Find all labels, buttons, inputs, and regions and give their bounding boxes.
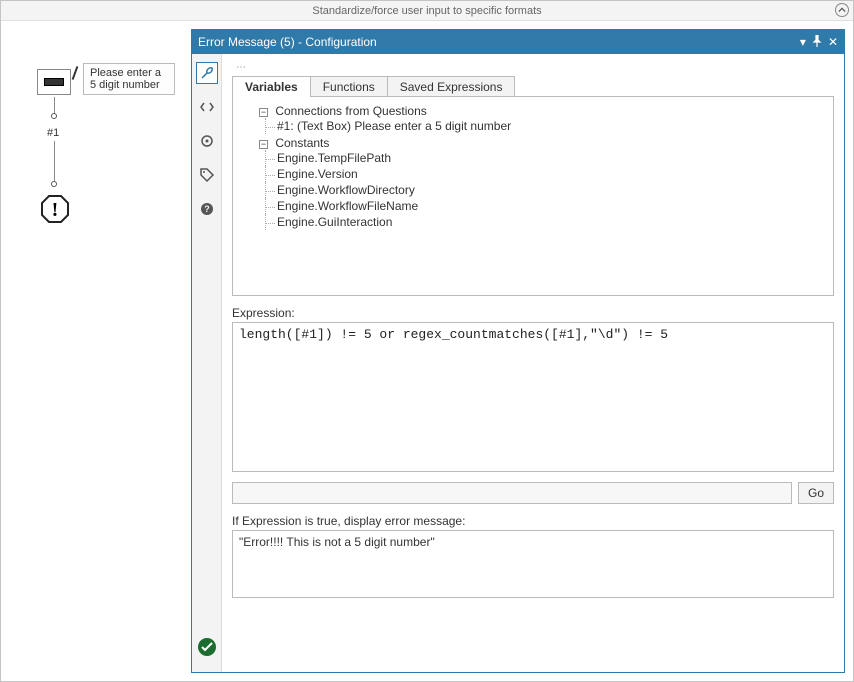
connector-anchor[interactable] <box>51 181 57 187</box>
pin-icon[interactable] <box>812 35 822 50</box>
collapse-toggle-icon[interactable]: − <box>259 108 268 117</box>
window-header: Standardize/force user input to specific… <box>1 1 853 21</box>
window-title: Standardize/force user input to specific… <box>312 5 541 17</box>
tab-functions[interactable]: Functions <box>310 76 388 97</box>
tree-item-constant[interactable]: Engine.GuiInteraction <box>277 215 392 229</box>
target-icon[interactable] <box>196 130 218 152</box>
close-icon[interactable]: ✕ <box>828 35 838 49</box>
validate-icon[interactable] <box>198 638 216 656</box>
connector-anchor[interactable] <box>51 113 57 119</box>
connector-line <box>54 141 55 181</box>
tree-item-connection[interactable]: #1: (Text Box) Please enter a 5 digit nu… <box>277 119 511 133</box>
svg-text:!: ! <box>52 199 59 221</box>
tree-item-constant[interactable]: Engine.Version <box>277 167 358 181</box>
panel-title: Error Message (5) - Configuration <box>198 35 377 49</box>
go-button[interactable]: Go <box>798 482 834 504</box>
error-message-input[interactable]: "Error!!!! This is not a 5 digit number" <box>232 530 834 598</box>
expression-label: Expression: <box>232 306 834 320</box>
textbox-tool-node[interactable] <box>37 69 71 95</box>
svg-text:?: ? <box>204 204 210 214</box>
help-icon[interactable]: ? <box>196 198 218 220</box>
tree-group-connections[interactable]: Connections from Questions <box>275 104 426 118</box>
panel-titlebar: Error Message (5) - Configuration ▾ ✕ <box>192 30 844 54</box>
tag-icon[interactable] <box>196 164 218 186</box>
config-main-area: ⋯ Variables Functions Saved Expressions … <box>222 54 844 672</box>
tab-saved-expressions[interactable]: Saved Expressions <box>387 76 516 97</box>
tree-item-constant[interactable]: Engine.TempFilePath <box>277 151 391 165</box>
grip-icon[interactable]: ⋯ <box>232 62 834 73</box>
error-message-tool-node[interactable]: ! <box>39 193 71 230</box>
mode-sidebar: ? <box>192 54 222 672</box>
configuration-panel: Error Message (5) - Configuration ▾ ✕ <box>191 29 845 673</box>
expression-input[interactable]: length([#1]) != 5 or regex_countmatches(… <box>232 322 834 472</box>
test-value-input[interactable] <box>232 482 792 504</box>
workflow-canvas[interactable]: Please enter a 5 digit number #1 ! <box>1 21 191 681</box>
connector-line <box>54 97 55 113</box>
tree-item-constant[interactable]: Engine.WorkflowDirectory <box>277 183 415 197</box>
expression-tabs: Variables Functions Saved Expressions <box>232 75 834 96</box>
tab-variables[interactable]: Variables <box>232 76 311 97</box>
tree-group-constants[interactable]: Constants <box>275 136 329 150</box>
collapse-icon[interactable] <box>835 3 849 17</box>
dropdown-icon[interactable]: ▾ <box>800 35 806 49</box>
tool-annotation: Please enter a 5 digit number <box>83 63 175 95</box>
collapse-toggle-icon[interactable]: − <box>259 140 268 149</box>
code-icon[interactable] <box>196 96 218 118</box>
error-message-label: If Expression is true, display error mes… <box>232 514 834 528</box>
variables-tree[interactable]: − Connections from Questions #1: (Text B… <box>232 96 834 296</box>
connection-label: #1 <box>47 127 59 139</box>
tree-item-constant[interactable]: Engine.WorkflowFileName <box>277 199 418 213</box>
wrench-icon[interactable] <box>196 62 218 84</box>
